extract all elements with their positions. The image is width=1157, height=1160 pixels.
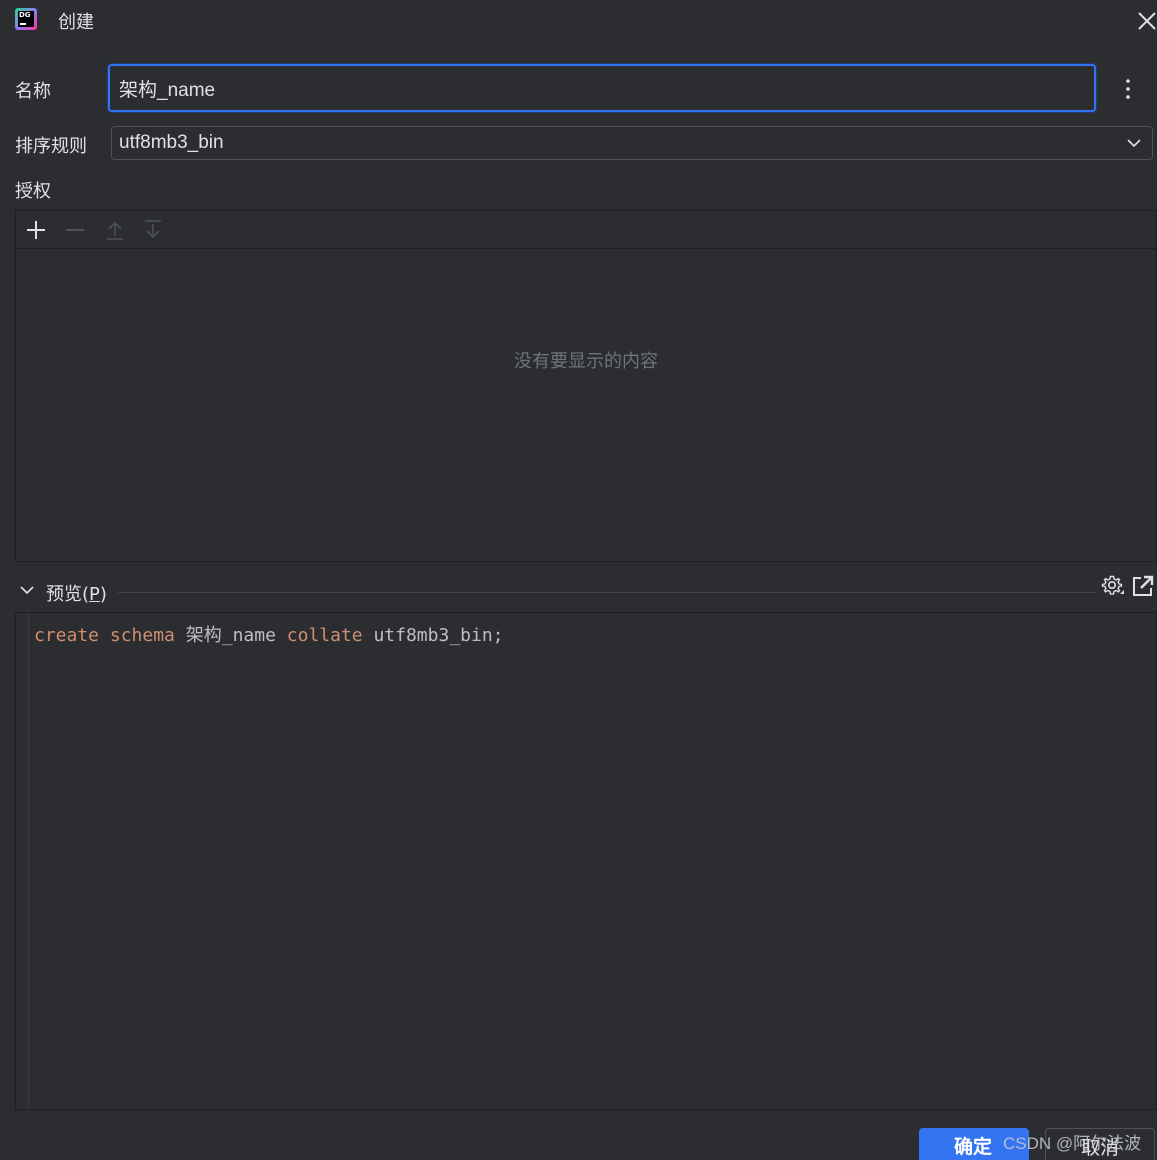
preview-title-suffix: ) [99, 584, 107, 605]
cancel-button-label: 取消 [1080, 1137, 1119, 1159]
collation-select-value: utf8mb3_bin [119, 132, 224, 153]
name-label: 名称 [15, 81, 51, 102]
remove-icon [66, 229, 84, 231]
empty-state-text: 没有要显示的内容 [514, 351, 658, 372]
gear-icon [1101, 575, 1124, 595]
move-up-icon [107, 221, 123, 240]
preview-title-mnemonic: P [89, 584, 100, 605]
sql-code-line: create schema 架构_name collate utf8mb3_bi… [34, 621, 504, 647]
cancel-button[interactable]: 取消 [1045, 1128, 1155, 1160]
more-options-button[interactable] [1120, 78, 1136, 100]
editor-gutter [28, 613, 29, 1109]
chevron-down-icon [1127, 139, 1141, 148]
sql-keyword: collate [286, 625, 363, 646]
move-up-button[interactable] [103, 218, 127, 242]
sql-preview-editor[interactable]: create schema 架构_name collate utf8mb3_bi… [15, 612, 1157, 1110]
more-vertical-icon [1126, 79, 1130, 99]
sql-keyword: schema [109, 625, 175, 646]
sql-keyword: create [34, 625, 100, 646]
collation-select[interactable]: utf8mb3_bin [111, 126, 1153, 160]
preview-settings-button[interactable] [1101, 574, 1125, 598]
external-link-icon [1133, 575, 1154, 596]
title-bar: DG 创建 [0, 0, 1157, 42]
sql-text: utf8mb3_bin; [362, 625, 504, 646]
name-input-value: 架构_name [119, 80, 216, 101]
preview-toggle[interactable]: 预览(P) [46, 580, 107, 606]
close-button[interactable] [1135, 6, 1157, 34]
preview-divider [118, 592, 1096, 593]
dialog-title: 创建 [58, 12, 94, 33]
permissions-table: 没有要显示的内容 [15, 210, 1157, 562]
preview-title-prefix: 预览( [46, 584, 90, 605]
name-input[interactable]: 架构_name [108, 64, 1096, 112]
ok-button-label: 确定 [953, 1136, 992, 1158]
move-down-button[interactable] [141, 218, 165, 242]
add-permission-button[interactable] [24, 218, 48, 242]
datagrip-logo-icon: DG [15, 8, 37, 30]
create-schema-dialog: DG 创建 名称 架构_name 排序规则 utf8mb3_bin 授权 没有要… [0, 0, 1157, 1160]
chevron-down-icon[interactable] [19, 584, 35, 598]
permissions-toolbar [16, 211, 1156, 249]
ok-button[interactable]: 确定 [919, 1128, 1029, 1160]
move-down-icon [145, 220, 161, 239]
open-in-editor-button[interactable] [1131, 574, 1155, 598]
logo-text: DG [19, 11, 31, 19]
add-icon [27, 221, 45, 239]
close-icon [1138, 12, 1156, 30]
preview-header: 预览(P) [15, 572, 1157, 610]
remove-permission-button[interactable] [63, 218, 87, 242]
sql-text: 架构_name [174, 625, 287, 646]
collation-label: 排序规则 [15, 136, 87, 157]
permissions-label: 授权 [15, 181, 51, 202]
